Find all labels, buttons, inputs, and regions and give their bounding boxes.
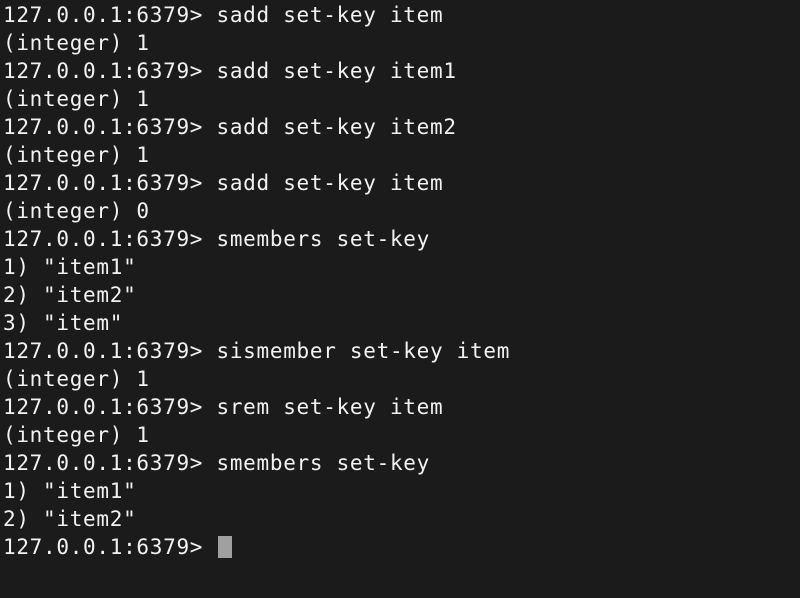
terminal-command-text: 127.0.0.1:6379> srem set-key item: [3, 395, 444, 419]
terminal-output-text: 1) "item1": [3, 255, 137, 279]
terminal-line: 127.0.0.1:6379> smembers set-key: [3, 225, 800, 253]
terminal-output-text: (integer) 1: [3, 367, 150, 391]
terminal-line: (integer) 1: [3, 29, 800, 57]
terminal-output-text: 2) "item2": [3, 507, 137, 531]
terminal-line: 1) "item1": [3, 477, 800, 505]
terminal-output-text: 2) "item2": [3, 283, 137, 307]
terminal-line: 3) "item": [3, 309, 800, 337]
terminal-line: 127.0.0.1:6379>: [3, 533, 800, 561]
terminal-window[interactable]: 127.0.0.1:6379> sadd set-key item (intege…: [0, 0, 800, 598]
text-cursor: [217, 536, 232, 558]
terminal-line: 127.0.0.1:6379> sadd set-key item2: [3, 113, 800, 141]
terminal-screen[interactable]: 127.0.0.1:6379> sadd set-key item (intege…: [0, 0, 800, 598]
terminal-command-text: 127.0.0.1:6379> sadd set-key item2: [3, 115, 457, 139]
terminal-command-text: 127.0.0.1:6379> sadd set-key item: [3, 171, 444, 195]
terminal-line: (integer) 1: [3, 421, 800, 449]
terminal-line: (integer) 0: [3, 197, 800, 225]
terminal-output-text: 3) "item": [3, 311, 124, 335]
terminal-command-text: 127.0.0.1:6379> smembers set-key: [3, 451, 430, 475]
terminal-line: 2) "item2": [3, 505, 800, 533]
terminal-command-text: 127.0.0.1:6379> smembers set-key: [3, 227, 430, 251]
terminal-line: (integer) 1: [3, 141, 800, 169]
terminal-line: 127.0.0.1:6379> sadd set-key item1: [3, 57, 800, 85]
terminal-command-text: 127.0.0.1:6379> sadd set-key item: [3, 3, 444, 27]
terminal-line: 127.0.0.1:6379> smembers set-key: [3, 449, 800, 477]
terminal-line: 127.0.0.1:6379> sadd set-key item: [3, 169, 800, 197]
terminal-line: (integer) 1: [3, 85, 800, 113]
terminal-output-text: (integer) 1: [3, 143, 150, 167]
terminal-line: (integer) 1: [3, 365, 800, 393]
terminal-line: 127.0.0.1:6379> srem set-key item: [3, 393, 800, 421]
terminal-command-text: 127.0.0.1:6379> sismember set-key item: [3, 339, 511, 363]
terminal-output-text: (integer) 0: [3, 199, 150, 223]
terminal-line: 2) "item2": [3, 281, 800, 309]
terminal-command-text: 127.0.0.1:6379> sadd set-key item1: [3, 59, 457, 83]
terminal-prompt-text: 127.0.0.1:6379>: [3, 535, 217, 559]
terminal-output-text: (integer) 1: [3, 87, 150, 111]
terminal-line: 127.0.0.1:6379> sadd set-key item: [3, 1, 800, 29]
terminal-line: 127.0.0.1:6379> sismember set-key item: [3, 337, 800, 365]
terminal-output-text: 1) "item1": [3, 479, 137, 503]
terminal-output-text: (integer) 1: [3, 31, 150, 55]
terminal-line: 1) "item1": [3, 253, 800, 281]
terminal-output-text: (integer) 1: [3, 423, 150, 447]
